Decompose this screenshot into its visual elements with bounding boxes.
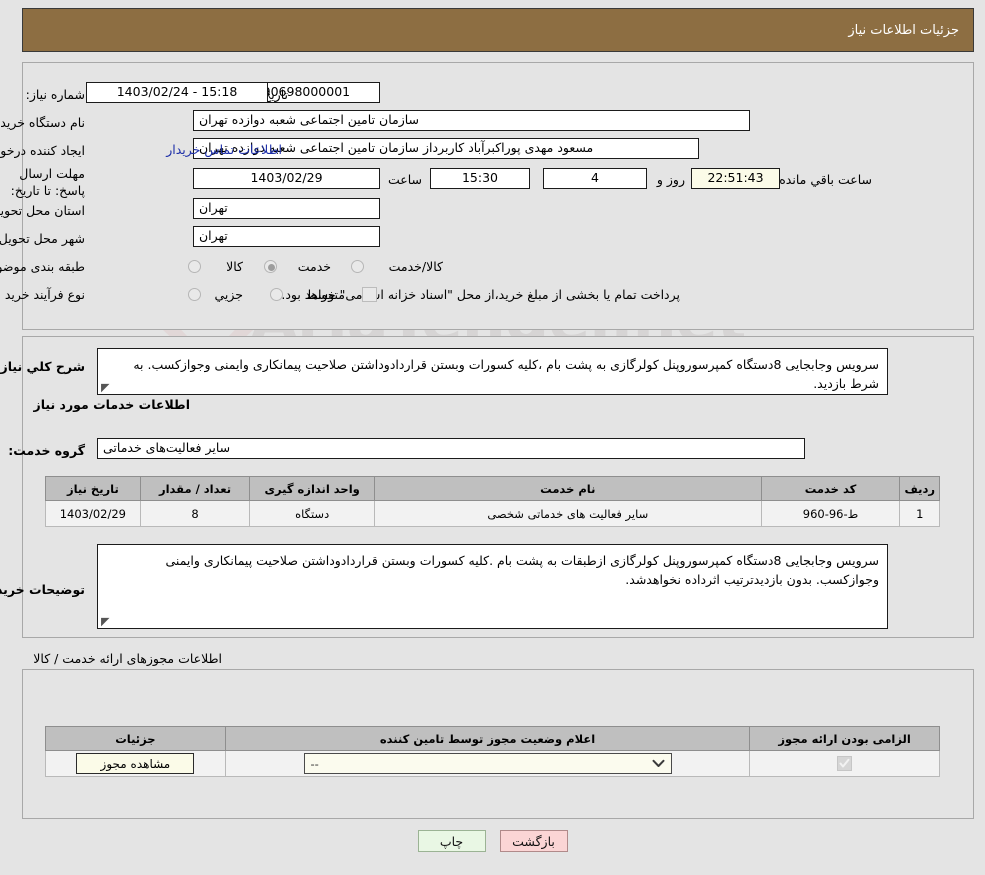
radio-process-motevaset[interactable]	[270, 288, 283, 301]
cell-code: ط-96-960	[760, 500, 901, 527]
cell-name: سایر فعالیت های خدماتی شخصی	[373, 500, 762, 527]
countdown-timer: 22:51:43	[691, 168, 780, 189]
permit-required-checkbox[interactable]	[837, 756, 853, 771]
radio-process-jozei[interactable]	[188, 288, 201, 301]
resize-grip-icon[interactable]: ◥	[101, 381, 111, 394]
col-date: تاریخ نیاز	[45, 476, 141, 501]
col-permit-status: اعلام وضعیت مجوز توسط تامین کننده	[224, 726, 751, 751]
col-permit-details: جزئیات	[45, 726, 226, 751]
service-group-value: سایر فعالیت‌های خدماتی	[97, 438, 805, 459]
col-unit: واحد اندازه گیری	[249, 476, 375, 501]
hour-label: ساعت	[387, 172, 422, 187]
services-table-header-row: ردیف کد خدمت نام خدمت واحد اندازه گیری ت…	[45, 476, 940, 501]
need-number-label: شماره نیاز:	[25, 87, 85, 102]
permit-status-select[interactable]: --	[303, 753, 672, 774]
resize-grip-icon-2[interactable]: ◥	[101, 615, 111, 628]
col-code: کد خدمت	[760, 476, 901, 501]
process-label: نوع فرآیند خرید :	[0, 287, 85, 302]
cell-radif: 1	[899, 500, 940, 527]
payment-note-checkbox[interactable]	[362, 287, 377, 302]
radio-category-kala-khadamat[interactable]	[351, 260, 364, 273]
services-table: ردیف کد خدمت نام خدمت واحد اندازه گیری ت…	[45, 476, 940, 527]
permits-table-header-row: الزامی بودن ارائه مجوز اعلام وضعیت مجوز …	[45, 726, 940, 751]
summary-label: شرح کلي نیاز:	[0, 359, 85, 374]
province-value: تهران	[193, 198, 380, 219]
deadline-label: مهلت ارسال پاسخ: تا تاریخ:	[10, 166, 85, 198]
radio-category-kala-label: کالا	[226, 259, 243, 274]
city-value: تهران	[193, 226, 380, 247]
buyer-org-value: سازمان تامین اجتماعی شعبه دوازده تهران	[193, 110, 750, 131]
permits-section-title: اطلاعات مجوزهای ارائه خدمت / کالا	[33, 651, 222, 666]
buyer-notes-textarea[interactable]: سرویس وجابجایی 8دستگاه کمپرسوروپنل کولرگ…	[97, 544, 888, 629]
radio-category-khadamat-label: خدمت	[297, 259, 331, 274]
table-row: -- مشاهده مجوز	[45, 750, 940, 777]
province-label: استان محل تحویل:	[0, 203, 85, 218]
services-section-title: اطلاعات خدمات مورد نیاز	[33, 397, 191, 412]
days-label: روز و	[656, 172, 685, 187]
radio-category-kala[interactable]	[188, 260, 201, 273]
countdown-label: ساعت باقي مانده	[779, 172, 872, 187]
print-button[interactable]: چاپ	[417, 830, 486, 852]
view-permit-button[interactable]: مشاهده مجوز	[76, 753, 195, 774]
payment-note-text: پرداخت تمام یا بخشی از مبلغ خرید،از محل …	[281, 287, 680, 302]
radio-process-jozei-label: جزیي	[214, 287, 243, 302]
deadline-date-value: 1403/02/29	[193, 168, 380, 189]
summary-text: سرویس وجابجایی 8دستگاه کمپرسوروپنل کولرگ…	[133, 357, 879, 391]
summary-textarea[interactable]: سرویس وجابجایی 8دستگاه کمپرسوروپنل کولرگ…	[97, 348, 888, 395]
page-title: جزئیات اطلاعات نیاز	[848, 22, 959, 38]
col-permit-required: الزامی بودن ارائه مجوز	[749, 726, 940, 751]
chevron-down-icon	[652, 759, 665, 768]
category-label: طبقه بندی موضوعی:	[0, 259, 85, 274]
deadline-days-value: 4	[543, 168, 647, 189]
permit-status-value: --	[310, 756, 319, 771]
permits-table: الزامی بودن ارائه مجوز اعلام وضعیت مجوز …	[45, 726, 940, 777]
public-announce-value: 15:18 - 1403/02/24	[86, 82, 268, 103]
cell-qty: 8	[139, 500, 251, 527]
page-root: V AriaTender.net جزئیات اطلاعات نیاز شما…	[0, 0, 985, 875]
radio-category-kala-khadamat-label: کالا/خدمت	[388, 259, 443, 274]
table-row: 1 ط-96-960 سایر فعالیت های خدماتی شخصی د…	[45, 500, 940, 527]
radio-category-khadamat[interactable]	[264, 260, 277, 273]
service-group-label: گروه خدمت:	[8, 443, 85, 458]
buyer-notes-text: سرویس وجابجایی 8دستگاه کمپرسوروپنل کولرگ…	[165, 553, 880, 587]
back-button[interactable]: بازگشت	[499, 830, 568, 852]
cell-permit-required	[749, 750, 940, 777]
requester-label: ایجاد کننده درخواست:	[0, 143, 85, 158]
buyer-notes-label: توضیحات خریدار:	[0, 582, 85, 597]
cell-permit-status: --	[224, 750, 751, 777]
footer-button-bar: بازگشت چاپ	[0, 830, 985, 852]
col-name: نام خدمت	[373, 476, 762, 501]
buyer-contact-link[interactable]: اطلاعات تماس خریدار	[166, 142, 282, 157]
city-label: شهر محل تحویل:	[0, 231, 85, 246]
cell-date: 1403/02/29	[45, 500, 141, 527]
buyer-org-label: نام دستگاه خریدار:	[0, 115, 85, 130]
cell-permit-details: مشاهده مجوز	[45, 750, 226, 777]
col-qty: تعداد / مقدار	[139, 476, 251, 501]
col-radif: ردیف	[899, 476, 940, 501]
page-header-bar: جزئیات اطلاعات نیاز	[22, 8, 974, 52]
deadline-time-value: 15:30	[430, 168, 530, 189]
cell-unit: دستگاه	[249, 500, 375, 527]
